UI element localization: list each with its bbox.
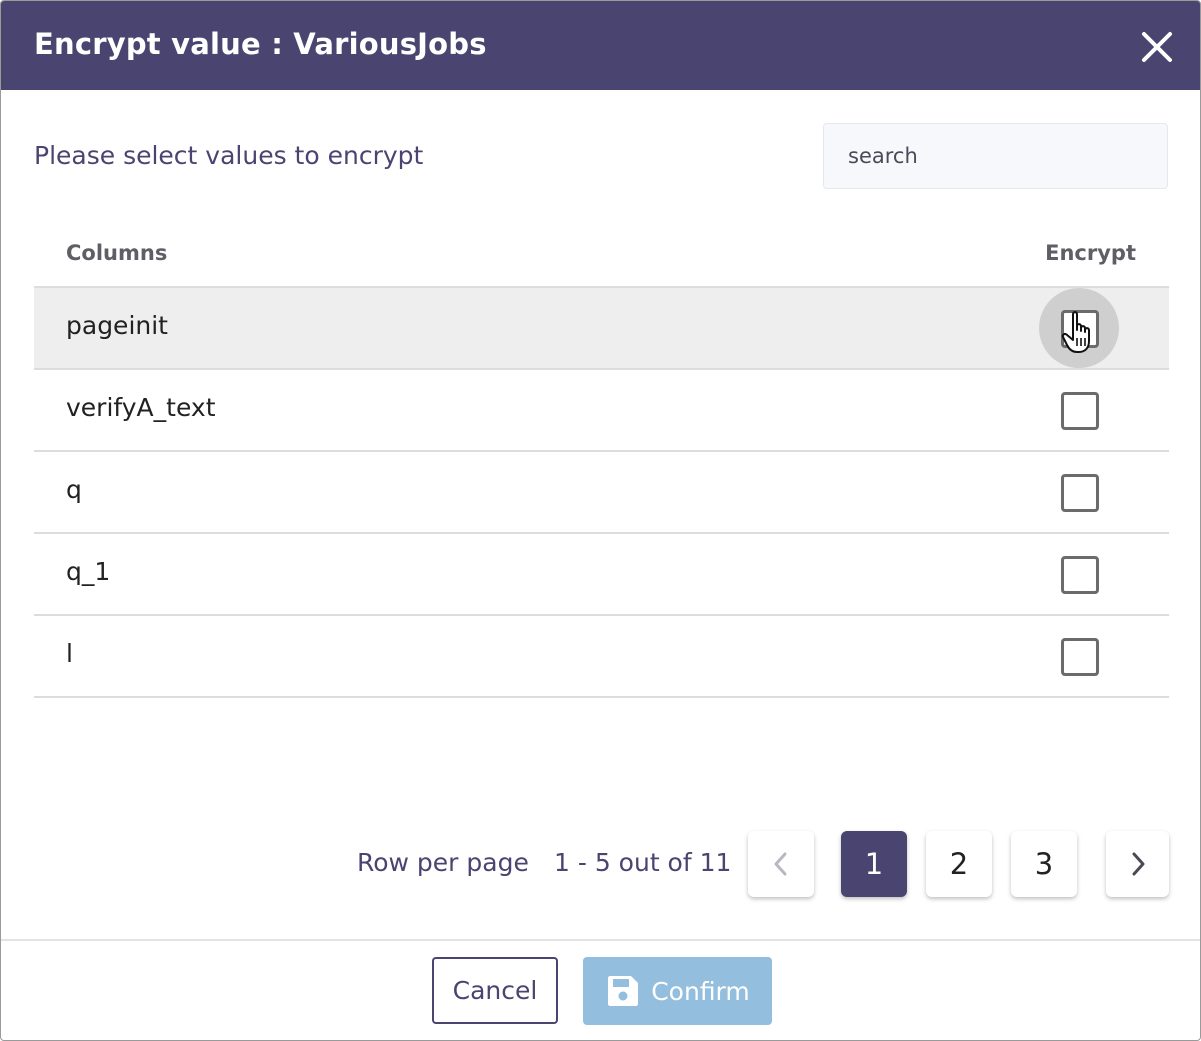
row-label: pageinit — [66, 311, 168, 340]
pagination-range: 1 - 5 out of 11 — [554, 848, 732, 877]
hand-pointer-icon — [1061, 311, 1090, 353]
footer-divider — [1, 939, 1200, 941]
table-row: q — [34, 452, 1169, 534]
confirm-label: Confirm — [651, 976, 750, 1006]
row-label: verifyA_text — [66, 393, 216, 422]
row-label: q_1 — [66, 557, 111, 586]
encrypt-dialog: Encrypt value : VariousJobs Please selec… — [0, 0, 1201, 1041]
chevron-left-icon — [774, 852, 787, 876]
table-row: pageinit — [34, 288, 1169, 370]
save-icon — [608, 976, 639, 1006]
encrypt-checkbox[interactable] — [1061, 638, 1099, 676]
prev-page-button[interactable] — [748, 831, 814, 897]
column-header-encrypt: Encrypt — [1045, 241, 1136, 265]
chevron-right-icon — [1132, 852, 1144, 876]
column-header-columns: Columns — [66, 241, 168, 265]
table-row: l — [34, 616, 1169, 698]
page-button-3[interactable]: 3 — [1011, 831, 1077, 897]
confirm-button[interactable]: Confirm — [583, 957, 772, 1025]
rows-per-page-label: Row per page — [357, 848, 529, 877]
page-button-1[interactable]: 1 — [841, 831, 907, 897]
search-input[interactable] — [823, 123, 1168, 189]
dialog-title: Encrypt value : VariousJobs — [34, 27, 487, 61]
encrypt-checkbox[interactable] — [1061, 474, 1099, 512]
columns-table: pageinit verifyA_text q q_1 l — [34, 286, 1169, 698]
close-button[interactable] — [1139, 29, 1175, 65]
table-row: verifyA_text — [34, 370, 1169, 452]
row-label: q — [66, 475, 82, 504]
table-row: q_1 — [34, 534, 1169, 616]
encrypt-checkbox[interactable] — [1061, 556, 1099, 594]
close-icon — [1142, 32, 1172, 62]
dialog-subtitle: Please select values to encrypt — [34, 141, 424, 170]
row-label: l — [66, 639, 73, 668]
cancel-button[interactable]: Cancel — [432, 957, 558, 1024]
encrypt-checkbox[interactable] — [1061, 392, 1099, 430]
page-button-2[interactable]: 2 — [926, 831, 992, 897]
next-page-button[interactable] — [1106, 831, 1169, 897]
dialog-header: Encrypt value : VariousJobs — [1, 1, 1200, 90]
